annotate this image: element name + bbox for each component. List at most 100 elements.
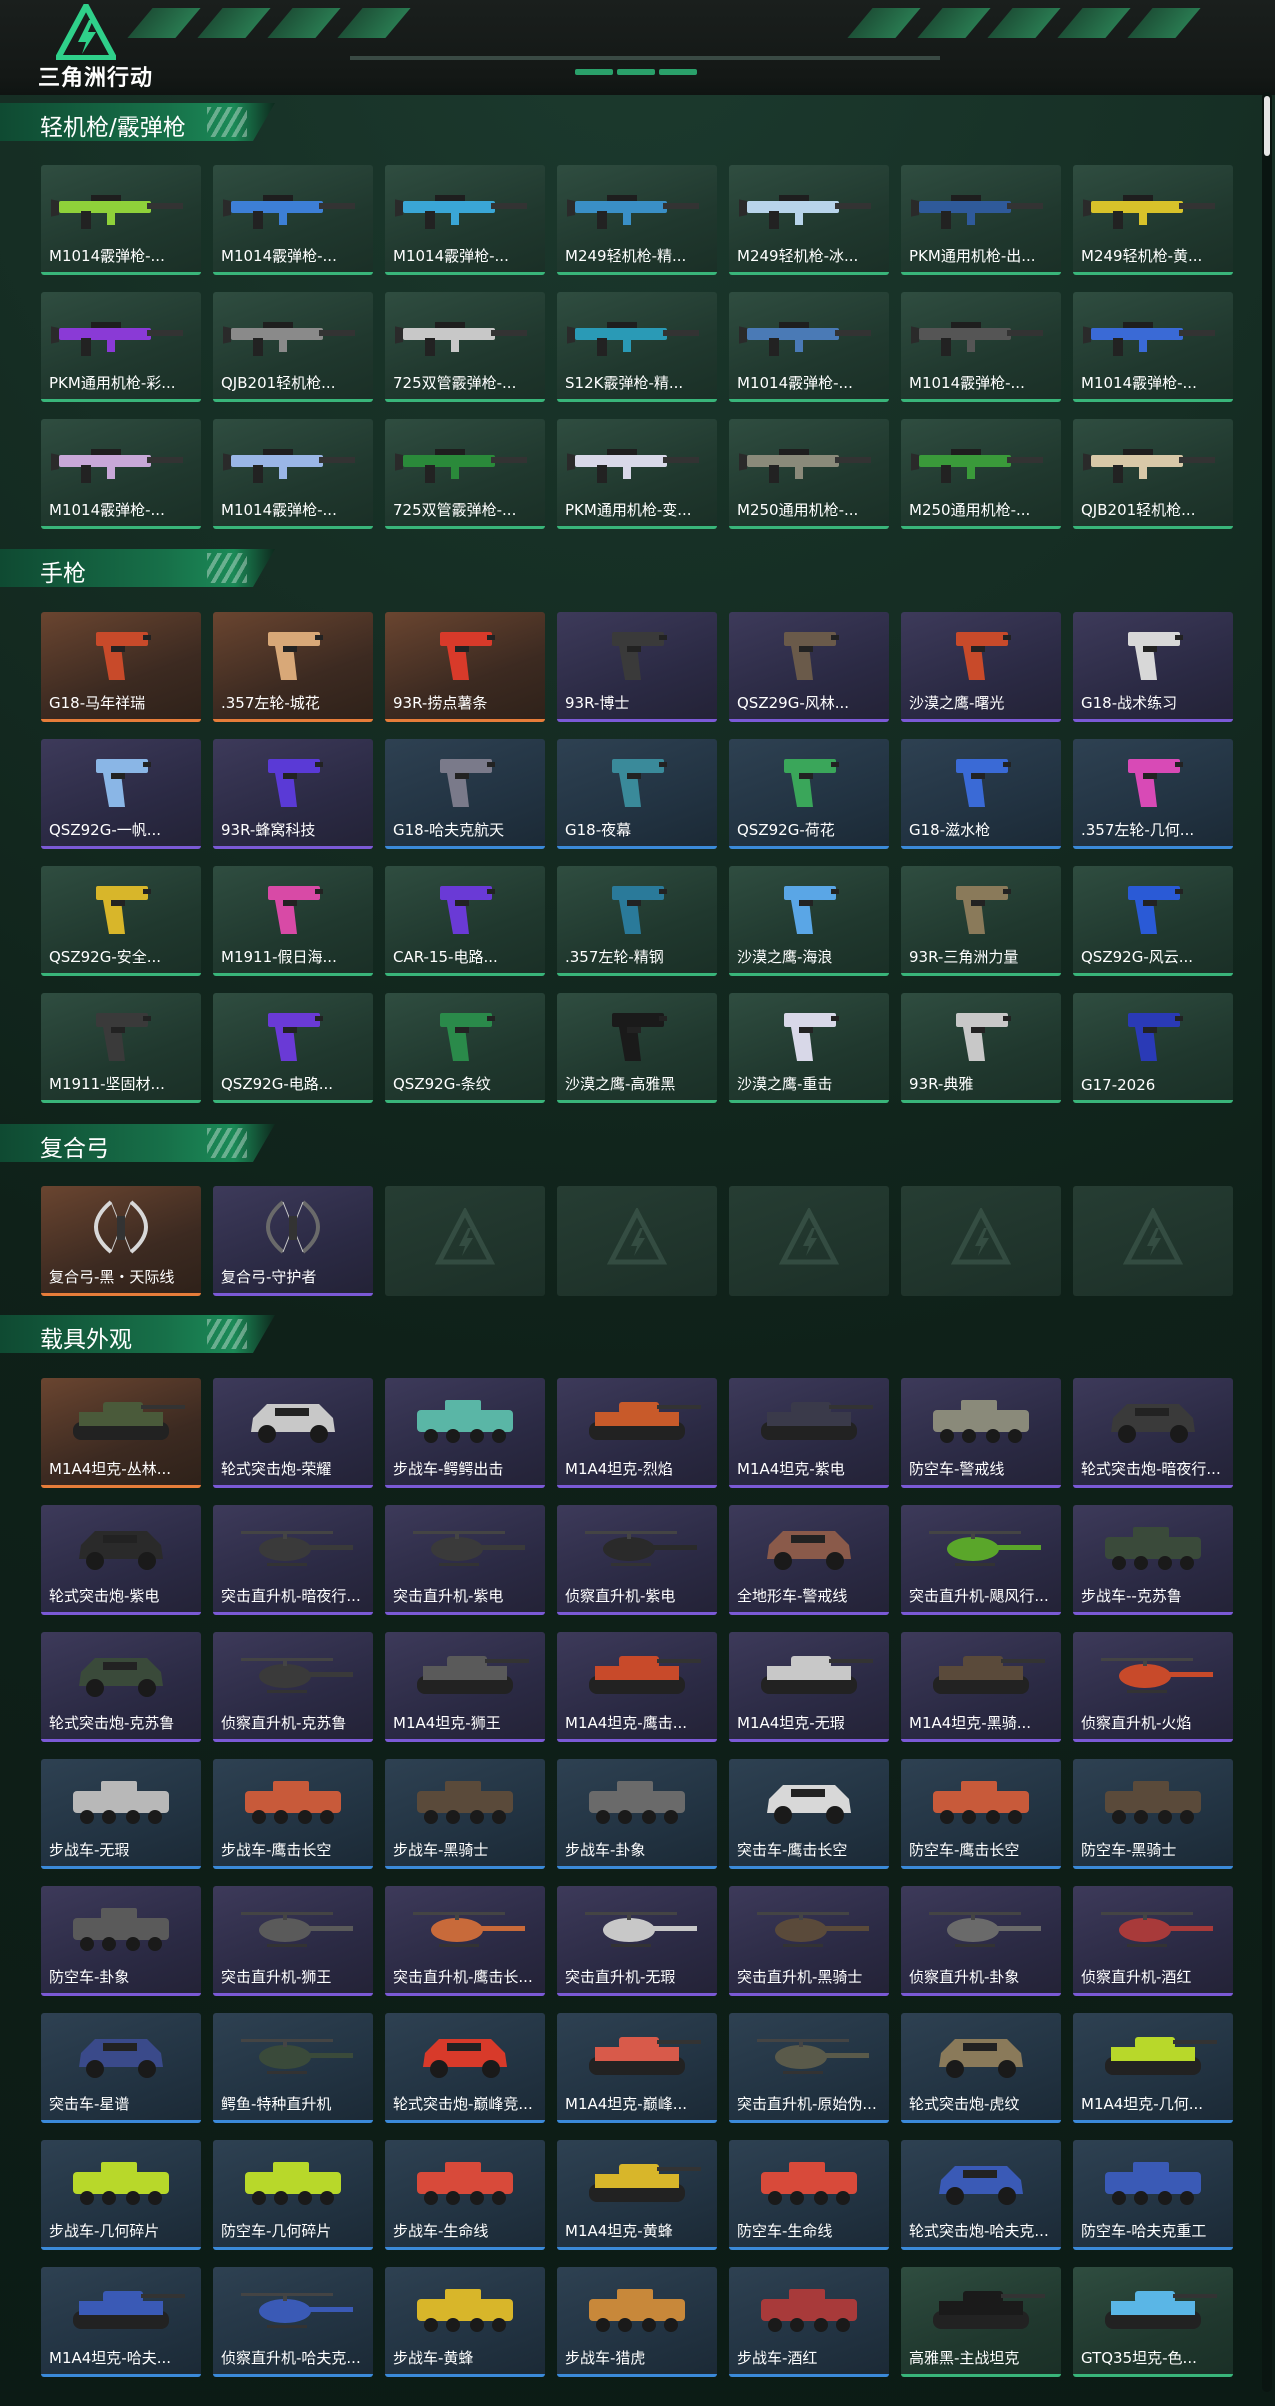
- item-card[interactable]: QSZ29G-风林...: [729, 612, 889, 722]
- item-card[interactable]: 突击直升机-无瑕: [557, 1886, 717, 1996]
- item-card[interactable]: 防空车-哈夫克重工: [1073, 2140, 1233, 2250]
- item-card[interactable]: 725双管霰弹枪-...: [385, 292, 545, 402]
- item-card[interactable]: 突击直升机-鹰击长...: [385, 1886, 545, 1996]
- item-card[interactable]: M1014霰弹枪-...: [41, 165, 201, 275]
- item-card[interactable]: G18-滋水枪: [901, 739, 1061, 849]
- item-card[interactable]: .357左轮-城花: [213, 612, 373, 722]
- item-card[interactable]: 复合弓-黑・天际线: [41, 1186, 201, 1296]
- item-card[interactable]: 93R-博士: [557, 612, 717, 722]
- item-card[interactable]: M1A4坦克-黑骑...: [901, 1632, 1061, 1742]
- item-card[interactable]: M1A4坦克-哈夫...: [41, 2267, 201, 2377]
- item-card[interactable]: 突击车-鹰击长空: [729, 1759, 889, 1869]
- item-card[interactable]: 侦察直升机-克苏鲁: [213, 1632, 373, 1742]
- item-card[interactable]: S12K霰弹枪-精...: [557, 292, 717, 402]
- item-card[interactable]: M1A4坦克-烈焰: [557, 1378, 717, 1488]
- item-card[interactable]: G18-战术练习: [1073, 612, 1233, 722]
- item-card[interactable]: M1014霰弹枪-...: [1073, 292, 1233, 402]
- item-card[interactable]: M1014霰弹枪-...: [41, 419, 201, 529]
- item-card[interactable]: 突击直升机-原始伪...: [729, 2013, 889, 2123]
- item-card[interactable]: 侦察直升机-紫电: [557, 1505, 717, 1615]
- item-card[interactable]: 轮式突击炮-虎纹: [901, 2013, 1061, 2123]
- item-card[interactable]: QJB201轻机枪...: [1073, 419, 1233, 529]
- item-card[interactable]: 步战车--克苏鲁: [1073, 1505, 1233, 1615]
- item-card[interactable]: 高雅黑-主战坦克: [901, 2267, 1061, 2377]
- item-card[interactable]: QSZ92G-安全...: [41, 866, 201, 976]
- item-card[interactable]: GTQ35坦克-色...: [1073, 2267, 1233, 2377]
- item-card[interactable]: 防空车-生命线: [729, 2140, 889, 2250]
- item-card[interactable]: PKM通用机枪-彩...: [41, 292, 201, 402]
- item-card[interactable]: QSZ92G-电路...: [213, 993, 373, 1103]
- item-card[interactable]: M249轻机枪-冰...: [729, 165, 889, 275]
- item-card[interactable]: 突击直升机-狮王: [213, 1886, 373, 1996]
- item-card[interactable]: .357左轮-几何...: [1073, 739, 1233, 849]
- item-card[interactable]: M1A4坦克-几何...: [1073, 2013, 1233, 2123]
- item-card[interactable]: 突击直升机-飓风行...: [901, 1505, 1061, 1615]
- item-card[interactable]: QJB201轻机枪...: [213, 292, 373, 402]
- item-card[interactable]: 防空车-黑骑士: [1073, 1759, 1233, 1869]
- item-card[interactable]: M1014霰弹枪-...: [385, 165, 545, 275]
- item-card[interactable]: QSZ92G-荷花: [729, 739, 889, 849]
- item-card[interactable]: 防空车-鹰击长空: [901, 1759, 1061, 1869]
- item-card[interactable]: PKM通用机枪-变...: [557, 419, 717, 529]
- item-card[interactable]: M249轻机枪-精...: [557, 165, 717, 275]
- item-card[interactable]: 侦察直升机-卦象: [901, 1886, 1061, 1996]
- item-card[interactable]: M1911-假日海...: [213, 866, 373, 976]
- item-card[interactable]: 93R-捞点薯条: [385, 612, 545, 722]
- item-card[interactable]: 步战车-鹰击长空: [213, 1759, 373, 1869]
- item-card[interactable]: .357左轮-精钢: [557, 866, 717, 976]
- item-card[interactable]: CAR-15-电路...: [385, 866, 545, 976]
- item-card[interactable]: 侦察直升机-酒红: [1073, 1886, 1233, 1996]
- item-card[interactable]: G18-夜幕: [557, 739, 717, 849]
- item-card[interactable]: 沙漠之鹰-曙光: [901, 612, 1061, 722]
- item-card[interactable]: 突击直升机-暗夜行...: [213, 1505, 373, 1615]
- item-card[interactable]: QSZ92G-风云...: [1073, 866, 1233, 976]
- item-card[interactable]: 步战车-鳄鳄出击: [385, 1378, 545, 1488]
- item-card[interactable]: 鳄鱼-特种直升机: [213, 2013, 373, 2123]
- item-card[interactable]: 轮式突击炮-哈夫克...: [901, 2140, 1061, 2250]
- item-card[interactable]: 侦察直升机-哈夫克...: [213, 2267, 373, 2377]
- item-card[interactable]: 防空车-卦象: [41, 1886, 201, 1996]
- item-card[interactable]: 防空车-警戒线: [901, 1378, 1061, 1488]
- item-card[interactable]: 侦察直升机-火焰: [1073, 1632, 1233, 1742]
- item-card[interactable]: 步战车-无瑕: [41, 1759, 201, 1869]
- item-card[interactable]: 轮式突击炮-荣耀: [213, 1378, 373, 1488]
- item-card[interactable]: M1A4坦克-鹰击...: [557, 1632, 717, 1742]
- scrollbar-thumb[interactable]: [1264, 96, 1270, 156]
- item-card[interactable]: G18-哈夫克航天: [385, 739, 545, 849]
- item-card[interactable]: 轮式突击炮-巅峰竞...: [385, 2013, 545, 2123]
- item-card[interactable]: M250通用机枪-...: [729, 419, 889, 529]
- scrollbar[interactable]: [1262, 92, 1272, 2392]
- item-card[interactable]: M1014霰弹枪-...: [901, 292, 1061, 402]
- item-card[interactable]: PKM通用机枪-出...: [901, 165, 1061, 275]
- item-card[interactable]: 步战车-卦象: [557, 1759, 717, 1869]
- item-card[interactable]: G17-2026: [1073, 993, 1233, 1103]
- item-card[interactable]: M1A4坦克-狮王: [385, 1632, 545, 1742]
- item-card[interactable]: 防空车-几何碎片: [213, 2140, 373, 2250]
- item-card[interactable]: M1A4坦克-黄蜂: [557, 2140, 717, 2250]
- item-card[interactable]: 沙漠之鹰-高雅黑: [557, 993, 717, 1103]
- item-card[interactable]: 步战车-黑骑士: [385, 1759, 545, 1869]
- item-card[interactable]: M1014霰弹枪-...: [729, 292, 889, 402]
- item-card[interactable]: 93R-蜂窝科技: [213, 739, 373, 849]
- item-card[interactable]: 轮式突击炮-紫电: [41, 1505, 201, 1615]
- item-card[interactable]: 沙漠之鹰-海浪: [729, 866, 889, 976]
- item-card[interactable]: M250通用机枪-...: [901, 419, 1061, 529]
- item-card[interactable]: 复合弓-守护者: [213, 1186, 373, 1296]
- item-card[interactable]: M1911-坚固材...: [41, 993, 201, 1103]
- item-card[interactable]: QSZ92G-条纹: [385, 993, 545, 1103]
- item-card[interactable]: M1A4坦克-丛林...: [41, 1378, 201, 1488]
- item-card[interactable]: G18-马年祥瑞: [41, 612, 201, 722]
- item-card[interactable]: M1A4坦克-无瑕: [729, 1632, 889, 1742]
- item-card[interactable]: 93R-典雅: [901, 993, 1061, 1103]
- item-card[interactable]: 全地形车-警戒线: [729, 1505, 889, 1615]
- item-card[interactable]: M1014霰弹枪-...: [213, 419, 373, 529]
- item-card[interactable]: QSZ92G-一帆...: [41, 739, 201, 849]
- item-card[interactable]: M1A4坦克-紫电: [729, 1378, 889, 1488]
- item-card[interactable]: 轮式突击炮-暗夜行...: [1073, 1378, 1233, 1488]
- item-card[interactable]: M1A4坦克-巅峰...: [557, 2013, 717, 2123]
- item-card[interactable]: 725双管霰弹枪-...: [385, 419, 545, 529]
- item-card[interactable]: 突击车-星谱: [41, 2013, 201, 2123]
- item-card[interactable]: 93R-三角洲力量: [901, 866, 1061, 976]
- item-card[interactable]: 突击直升机-黑骑士: [729, 1886, 889, 1996]
- item-card[interactable]: 步战车-生命线: [385, 2140, 545, 2250]
